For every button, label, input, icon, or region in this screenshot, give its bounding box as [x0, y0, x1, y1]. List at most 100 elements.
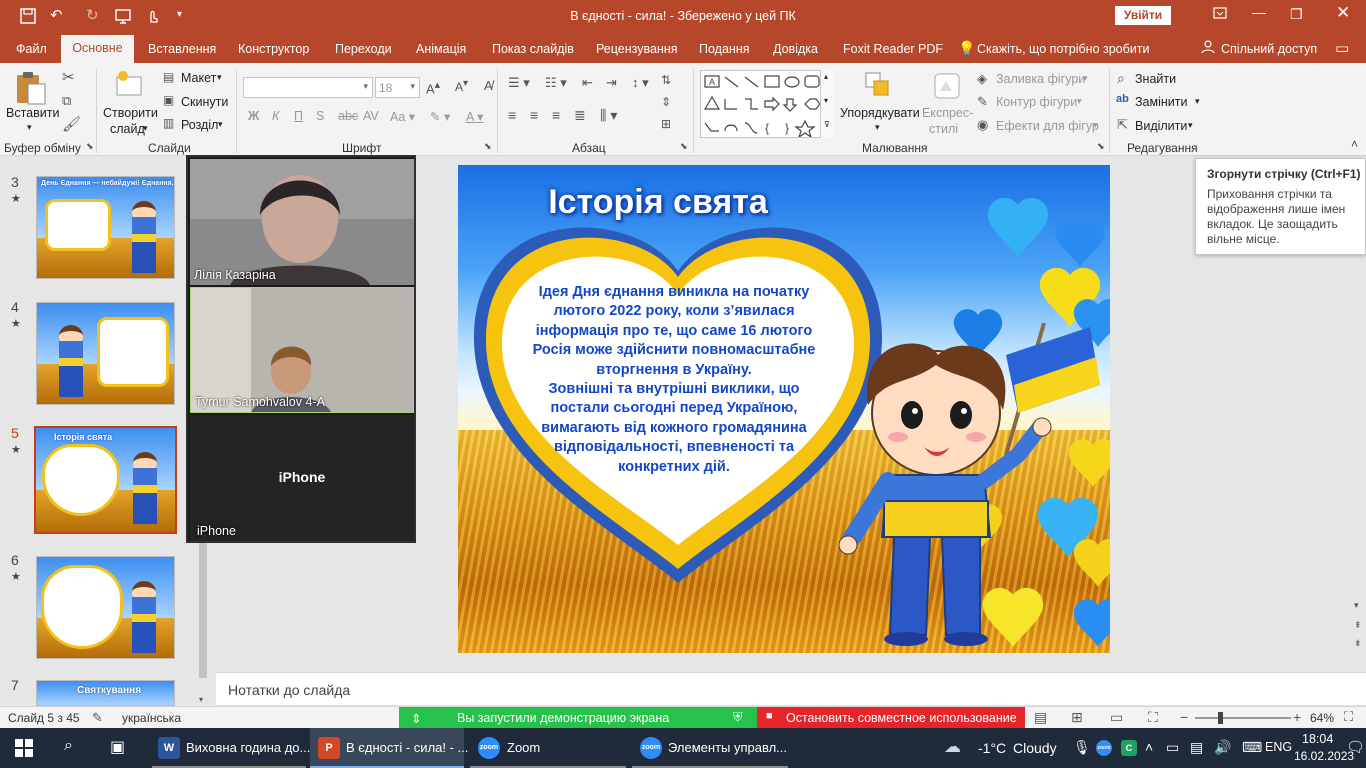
strikethrough-button[interactable]: abc — [338, 109, 358, 123]
participant-video-3[interactable]: iPhone iPhone — [190, 415, 414, 541]
monitor-icon[interactable]: ▭ — [1166, 739, 1179, 756]
text-direction-icon[interactable]: ⇅ — [661, 73, 671, 87]
select-button[interactable]: Виділити — [1135, 119, 1187, 133]
quick-styles-label-1[interactable]: Експрес- — [922, 106, 973, 120]
shape-fill-dropdown-icon[interactable]: ▾ — [1083, 73, 1088, 84]
slide-title[interactable]: Історія свята — [458, 183, 868, 222]
tab-insert[interactable]: Вставлення — [148, 42, 216, 56]
slide-thumbnail-6[interactable] — [36, 556, 175, 659]
change-case-button[interactable]: Aa ▾ — [390, 109, 415, 124]
align-left-icon[interactable]: ≡ — [508, 107, 516, 123]
weather-cloud-icon[interactable]: ☁ — [944, 737, 961, 757]
task-view-icon[interactable]: ▣ — [110, 737, 125, 757]
slideshow-view-icon[interactable]: ⛶ — [1148, 709, 1158, 726]
copy-icon[interactable]: ⧉ — [62, 93, 71, 109]
align-center-icon[interactable]: ≡ — [530, 107, 538, 123]
shape-effects-dropdown-icon[interactable]: ▾ — [1093, 120, 1098, 131]
arrange-icon[interactable] — [864, 71, 892, 102]
italic-button[interactable]: К — [272, 109, 279, 123]
close-icon[interactable]: ✕ — [1336, 3, 1350, 23]
tab-animations[interactable]: Анімація — [416, 42, 466, 56]
char-spacing-button[interactable]: AV — [363, 109, 379, 123]
section-icon[interactable]: ▥ — [163, 116, 174, 130]
format-painter-icon[interactable]: 🖌 — [62, 115, 81, 133]
numbering-icon[interactable]: ☷ ▾ — [545, 75, 567, 91]
justify-icon[interactable]: ≣ — [574, 107, 586, 124]
zoom-slider-track[interactable] — [1195, 717, 1291, 719]
shape-outline-dropdown-icon[interactable]: ▾ — [1077, 96, 1082, 107]
font-launcher-icon[interactable]: ⬊ — [484, 141, 492, 152]
slide-thumbnail-7[interactable]: Святкування — [36, 680, 175, 706]
taskbar-zoom[interactable]: zoom Zoom — [470, 728, 626, 768]
notes-pane[interactable]: Нотатки до слайда — [216, 672, 1366, 705]
shrink-font-icon[interactable]: A▾ — [455, 78, 468, 94]
participant-video-1[interactable]: Лілія Казаріна — [190, 159, 414, 285]
share-button[interactable]: Спільний доступ — [1221, 42, 1317, 56]
decrease-indent-icon[interactable]: ⇤ — [582, 75, 593, 91]
drawing-launcher-icon[interactable]: ⬊ — [1097, 141, 1105, 152]
spellcheck-icon[interactable]: ✎ — [92, 710, 103, 726]
align-text-icon[interactable]: ⇕ — [661, 95, 671, 109]
replace-button[interactable]: Замінити — [1135, 95, 1187, 109]
shapes-gallery[interactable]: A {} — [700, 70, 834, 139]
bullets-icon[interactable]: ☰ ▾ — [508, 75, 530, 91]
replace-icon[interactable]: ab — [1116, 93, 1129, 105]
font-color-button[interactable]: A ▾ — [466, 109, 483, 124]
slide-thumbnail-5-selected[interactable]: Історія свята — [34, 426, 177, 534]
shape-outline-button[interactable]: Контур фігури — [996, 95, 1077, 109]
shadow-button[interactable]: S — [316, 109, 324, 123]
paste-icon[interactable] — [14, 70, 48, 109]
reset-button[interactable]: Скинути — [181, 95, 228, 109]
input-language[interactable]: ENG — [1265, 740, 1292, 754]
new-slide-dropdown-icon[interactable]: ▾ — [143, 123, 148, 134]
windows-start-icon[interactable] — [15, 739, 33, 760]
zoom-tray-icon[interactable]: zoom — [1096, 740, 1112, 756]
microphone-icon[interactable]: 🎙 — [1073, 739, 1091, 756]
current-slide[interactable]: Історія свята Ідея Дня єднання виникла н… — [458, 165, 1110, 653]
grow-font-icon[interactable]: A▴ — [426, 78, 440, 96]
tell-me-search[interactable]: Скажіть, що потрібно зробити — [977, 42, 1150, 56]
slide-thumbnail-3[interactable]: День Єднання — небайдужі! Єднання. — [36, 176, 175, 279]
minimize-icon[interactable]: — — [1252, 4, 1266, 20]
font-size-input[interactable]: 18 ▾ — [375, 77, 420, 98]
select-dropdown-icon[interactable]: ▾ — [1188, 120, 1193, 131]
bold-button[interactable]: Ж — [248, 109, 259, 123]
quick-styles-icon[interactable] — [932, 71, 962, 104]
notifications-icon[interactable]: 🗨 — [1346, 738, 1365, 756]
section-dropdown-icon[interactable]: ▾ — [218, 119, 223, 130]
clipboard-launcher-icon[interactable]: ⬊ — [86, 141, 94, 152]
weather-temperature[interactable]: -1°C — [978, 740, 1006, 756]
section-button[interactable]: Розділ — [181, 118, 218, 132]
taskbar-powerpoint[interactable]: P В єдності - сила! - ... — [310, 728, 468, 768]
shape-effects-icon[interactable]: ◉ — [977, 117, 988, 133]
shape-fill-icon[interactable]: ◈ — [977, 71, 987, 87]
zoom-stop-share-button[interactable]: ■ Остановить совместное использование — [757, 707, 1025, 729]
tab-home[interactable]: Основне — [61, 35, 134, 63]
zoom-video-panel[interactable]: Лілія Казаріна Tymur Samohvalov 4-А iPho… — [186, 155, 416, 543]
participant-video-2[interactable]: Tymur Samohvalov 4-А — [190, 287, 414, 413]
find-icon[interactable]: ⌕ — [1117, 70, 1125, 87]
zoom-out-icon[interactable]: − — [1180, 709, 1188, 725]
increase-indent-icon[interactable]: ⇥ — [606, 75, 617, 91]
notes-placeholder[interactable]: Нотатки до слайда — [228, 682, 350, 698]
shapes-gallery-scroll[interactable]: ▴ ▾ ⊽ — [820, 70, 834, 138]
shape-outline-icon[interactable]: ✎ — [977, 94, 988, 110]
tab-review[interactable]: Рецензування — [596, 42, 677, 56]
highlight-button[interactable]: ✎ ▾ — [430, 109, 450, 124]
sign-in-button[interactable]: Увійти — [1115, 6, 1171, 25]
tray-app-icon[interactable]: C — [1121, 740, 1137, 756]
align-right-icon[interactable]: ≡ — [552, 107, 560, 123]
taskbar-word[interactable]: W Виховна година до... — [152, 728, 310, 768]
reading-view-icon[interactable]: ▭ — [1110, 709, 1123, 726]
weather-condition[interactable]: Cloudy — [1013, 740, 1057, 756]
slide-body-text[interactable]: Ідея Дня єднання виникла на початку люто… — [518, 283, 830, 477]
clock-time[interactable]: 18:04 — [1302, 732, 1333, 746]
search-icon[interactable]: ⌕ — [64, 737, 73, 755]
arrange-dropdown-icon[interactable]: ▾ — [875, 122, 880, 133]
layout-button[interactable]: Макет — [181, 71, 216, 85]
slide-sorter-icon[interactable]: ⊞ — [1071, 709, 1083, 726]
volume-icon[interactable]: 🔊 — [1214, 739, 1231, 756]
reset-icon[interactable]: ▣ — [163, 93, 174, 107]
zoom-level[interactable]: 64% — [1310, 711, 1334, 725]
comments-icon[interactable]: ▭ — [1335, 39, 1349, 57]
